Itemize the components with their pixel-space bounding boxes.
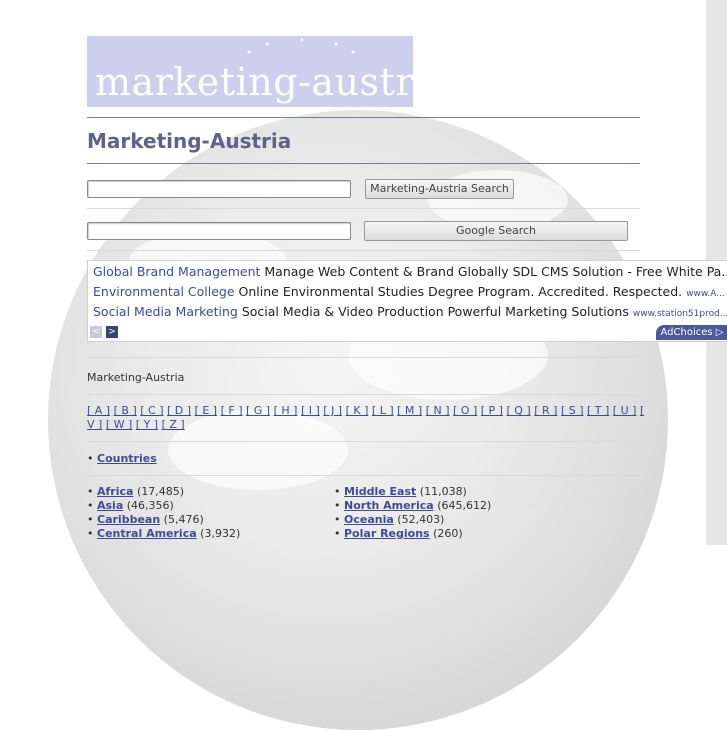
alphabet-link-h[interactable]: [ H ]	[274, 404, 298, 417]
region-link[interactable]: Central America	[97, 527, 197, 540]
list-item: • Central America (3,932)	[87, 527, 240, 541]
divider	[87, 250, 640, 251]
alphabet-link-r[interactable]: [ R ]	[534, 404, 557, 417]
bullet-icon: •	[334, 513, 341, 526]
list-item: • Middle East (11,038)	[334, 485, 491, 499]
region-link[interactable]: North America	[344, 499, 434, 512]
region-count: (11,038)	[419, 485, 467, 498]
ad-item[interactable]: Global Brand Management Manage Web Conte…	[93, 264, 727, 279]
alphabet-link-e[interactable]: [ E ]	[195, 404, 218, 417]
divider	[87, 208, 640, 209]
alphabet-link-y[interactable]: [ Y ]	[136, 418, 158, 431]
alphabet-link-o[interactable]: [ O ]	[453, 404, 477, 417]
alphabet-link-w[interactable]: [ W ]	[106, 418, 132, 431]
ad-url[interactable]: www.A...	[686, 289, 725, 299]
regions-list-left: • Africa (17,485) • Asia (46,356) • Caribbe…	[87, 485, 240, 541]
ad-url[interactable]: www.station51prod...	[633, 309, 727, 319]
alphabet-link-d[interactable]: [ D ]	[167, 404, 191, 417]
ad-prev-button[interactable]: <	[90, 326, 102, 338]
site-search-button[interactable]: Marketing-Austria Search	[365, 179, 514, 199]
list-item: • Countries	[87, 452, 157, 466]
ad-text: Social Media & Video Production Powerful…	[241, 304, 629, 319]
region-link[interactable]: Caribbean	[97, 513, 160, 526]
alphabet-index: [ A ] [ B ] [ C ] [ D ] [ E ] [ F ] [ G …	[87, 404, 647, 432]
alphabet-link-g[interactable]: [ G ]	[246, 404, 270, 417]
list-item: • Asia (46,356)	[87, 499, 240, 513]
ad-text: Manage Web Content & Brand Globally SDL …	[264, 264, 727, 279]
alphabet-link-f[interactable]: [ F ]	[221, 404, 243, 417]
alphabet-link-z[interactable]: [ Z ]	[162, 418, 185, 431]
bullet-icon: •	[334, 499, 341, 512]
countries-link[interactable]: Countries	[97, 452, 157, 465]
region-link[interactable]: Middle East	[344, 485, 416, 498]
divider	[87, 394, 640, 395]
region-link[interactable]: Asia	[97, 499, 123, 512]
ad-item[interactable]: Environmental College Online Environment…	[93, 284, 725, 299]
adchoices-badge[interactable]: AdChoices ▷	[656, 325, 727, 340]
bullet-icon: •	[87, 499, 94, 512]
divider	[87, 475, 640, 476]
region-count: (3,932)	[200, 527, 241, 540]
region-count: (5,476)	[163, 513, 204, 526]
bullet-icon: •	[87, 527, 94, 540]
region-link[interactable]: Polar Regions	[344, 527, 430, 540]
region-count: (52,403)	[397, 513, 445, 526]
region-count: (46,356)	[126, 499, 174, 512]
alphabet-link-u[interactable]: [ U ]	[613, 404, 637, 417]
alphabet-link-l[interactable]: [ L ]	[372, 404, 394, 417]
bullet-icon: •	[334, 527, 341, 540]
region-link[interactable]: Africa	[97, 485, 133, 498]
page-title: Marketing-Austria	[87, 129, 292, 153]
regions-list-right: • Middle East (11,038) • North America (64…	[334, 485, 491, 541]
google-search-button[interactable]: Google Search	[364, 221, 628, 241]
alphabet-link-b[interactable]: [ B ]	[114, 404, 137, 417]
list-item: • Africa (17,485)	[87, 485, 240, 499]
alphabet-link-i[interactable]: [ I ]	[301, 404, 320, 417]
alphabet-link-a[interactable]: [ A ]	[87, 404, 110, 417]
bullet-icon: •	[334, 485, 341, 498]
region-count: (645,612)	[437, 499, 492, 512]
logo-text: marketing-austria	[95, 60, 450, 104]
ad-item[interactable]: Social Media Marketing Social Media & Vi…	[93, 304, 727, 319]
divider	[87, 163, 640, 164]
alphabet-link-p[interactable]: [ P ]	[481, 404, 503, 417]
ad-text: Online Environmental Studies Degree Prog…	[238, 284, 683, 299]
divider	[87, 441, 640, 442]
region-count: (17,485)	[136, 485, 185, 498]
alphabet-link-k[interactable]: [ K ]	[346, 404, 369, 417]
bullet-icon: •	[87, 452, 94, 465]
ad-title[interactable]: Environmental College	[93, 284, 235, 299]
alphabet-link-j[interactable]: [ J ]	[323, 404, 342, 417]
ad-block: Global Brand Management Manage Web Conte…	[87, 260, 727, 342]
bullet-icon: •	[87, 485, 94, 498]
alphabet-link-n[interactable]: [ N ]	[426, 404, 450, 417]
list-item: • North America (645,612)	[334, 499, 491, 513]
alphabet-link-q[interactable]: [ Q ]	[506, 404, 530, 417]
region-link[interactable]: Oceania	[344, 513, 394, 526]
divider	[87, 117, 640, 118]
ad-title[interactable]: Social Media Marketing	[93, 304, 238, 319]
alphabet-link-m[interactable]: [ M ]	[397, 404, 422, 417]
bullet-icon: •	[87, 513, 94, 526]
breadcrumb: Marketing-Austria	[87, 371, 185, 384]
alphabet-link-t[interactable]: [ T ]	[587, 404, 609, 417]
site-search-input[interactable]	[87, 180, 351, 198]
list-item: • Oceania (52,403)	[334, 513, 491, 527]
countries-list: • Countries	[87, 452, 157, 466]
list-item: • Caribbean (5,476)	[87, 513, 240, 527]
ad-title[interactable]: Global Brand Management	[93, 264, 260, 279]
ad-next-button[interactable]: >	[106, 326, 118, 338]
region-count: (260)	[433, 527, 463, 540]
google-search-input[interactable]	[87, 222, 351, 240]
alphabet-link-c[interactable]: [ C ]	[140, 404, 163, 417]
list-item: • Polar Regions (260)	[334, 527, 491, 541]
divider	[87, 357, 640, 358]
alphabet-link-s[interactable]: [ S ]	[561, 404, 584, 417]
site-logo[interactable]: marketing-austria	[87, 36, 449, 107]
